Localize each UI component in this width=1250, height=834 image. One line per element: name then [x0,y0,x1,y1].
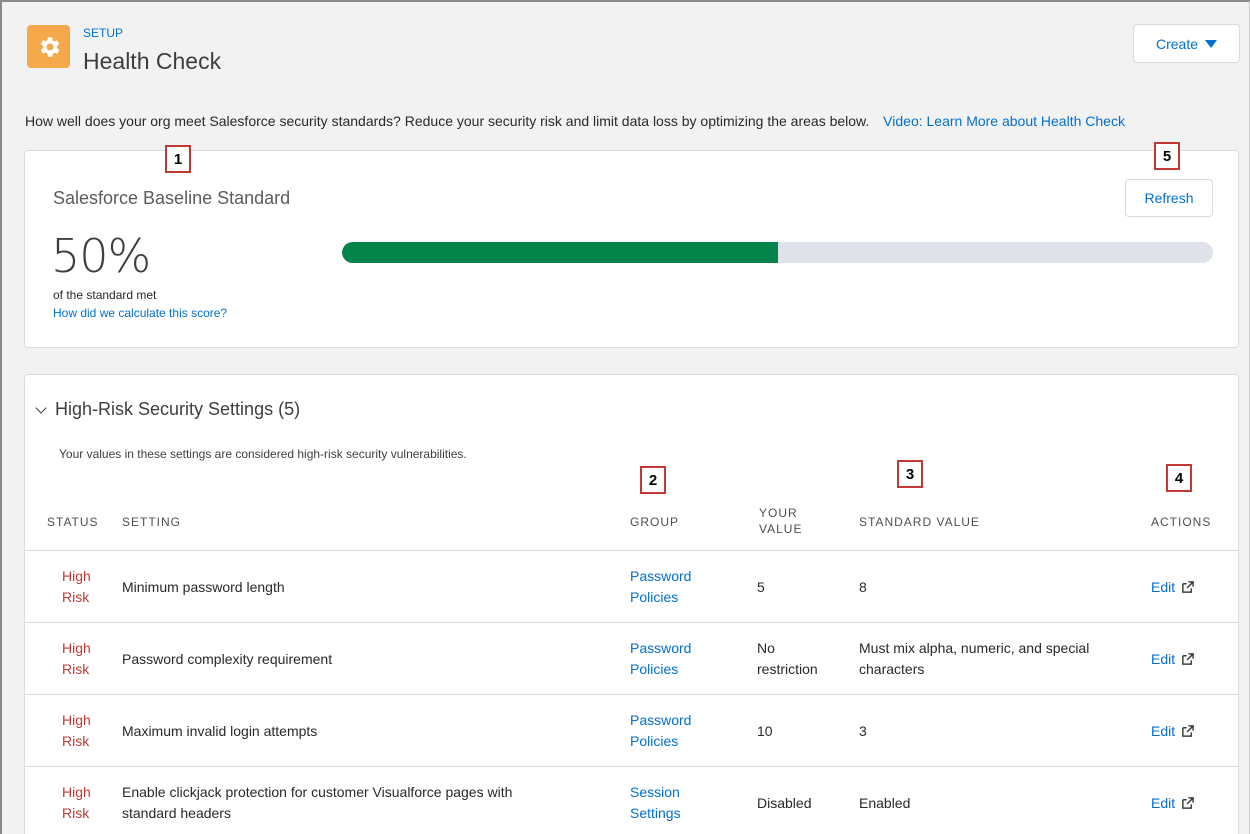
callout-marker-4: 4 [1166,464,1192,492]
score-percent: 50% [51,229,151,283]
external-link-icon [1182,653,1194,665]
status-badge: High Risk [62,710,91,752]
chevron-down-icon [35,401,47,414]
page-header: SETUP Health Check Create [2,2,1248,96]
standard-value-line1: Must mix alpha, numeric, and special [859,640,1090,656]
status-line2: Risk [62,589,90,605]
edit-label: Edit [1151,795,1176,811]
status-badge: High Risk [62,566,91,608]
callout-marker-1: 1 [165,145,191,173]
create-button-label: Create [1155,35,1199,52]
refresh-button[interactable]: Refresh [1125,179,1213,217]
status-line1: High [62,712,91,728]
column-header-your-value-line1: YOUR [759,506,798,520]
score-progress-bar [342,242,1213,263]
callout-marker-5: 5 [1154,142,1180,170]
setting-line2: standard headers [122,805,231,821]
group-line2: Policies [630,589,679,605]
standard-value: Enabled [859,795,911,811]
setting-name: Enable clickjack protection for customer… [122,782,512,824]
column-header-group: GROUP [630,515,680,529]
edit-label: Edit [1151,651,1176,667]
calc-score-link[interactable]: How did we calculate this score? [53,306,227,320]
group-link[interactable]: Session Settings [630,782,681,824]
column-header-your-value-line2: VALUE [759,522,803,536]
callout-marker-2: 2 [640,466,666,494]
your-value: No restriction [757,638,818,680]
group-line2: Policies [630,661,679,677]
group-link[interactable]: Password Policies [630,566,691,608]
callout-marker-3: 3 [897,460,923,488]
video-link[interactable]: Video: Learn More about Health Check [883,113,1125,129]
setting-line1: Enable clickjack protection for customer… [122,784,513,800]
breadcrumb[interactable]: SETUP [83,26,123,40]
your-value-line1: No [757,640,775,656]
column-header-your-value: YOUR VALUE [759,505,802,537]
external-link-icon [1182,581,1194,593]
edit-link[interactable]: Edit [1151,649,1194,670]
score-progress-fill [342,242,778,263]
your-value: 10 [757,723,773,739]
baseline-title: Salesforce Baseline Standard [53,188,291,208]
status-line2: Risk [62,733,90,749]
page-title: Health Check [83,48,222,74]
group-link[interactable]: Password Policies [630,710,691,752]
column-header-actions: ACTIONS [1151,515,1212,529]
section-toggle[interactable]: High-Risk Security Settings (5) [35,399,300,420]
external-link-icon [1182,797,1194,809]
group-link[interactable]: Password Policies [630,638,691,680]
status-badge: High Risk [62,638,91,680]
table-row: High Risk Minimum password length Passwo… [25,551,1238,623]
edit-label: Edit [1151,723,1176,739]
gear-icon [27,25,70,68]
score-card: Salesforce Baseline Standard Refresh 50%… [24,150,1239,348]
your-value: 5 [757,579,765,595]
external-link-icon [1182,725,1194,737]
column-header-setting: SETTING [122,515,182,529]
section-title: High-Risk Security Settings (5) [55,399,301,419]
table-row: High Risk Password complexity requiremen… [25,623,1238,695]
standard-value-line2: characters [859,661,925,677]
standard-value: Must mix alpha, numeric, and special cha… [859,638,1089,680]
status-line1: High [62,784,91,800]
section-description: Your values in these settings are consid… [59,447,467,461]
table-row: High Risk Enable clickjack protection fo… [25,767,1238,834]
column-header-status: STATUS [47,515,99,529]
group-line1: Session [630,784,680,800]
caret-down-icon [1205,39,1218,48]
status-line1: High [62,640,91,656]
edit-label: Edit [1151,579,1176,595]
group-line1: Password [630,568,692,584]
edit-link[interactable]: Edit [1151,721,1194,742]
standard-value: 8 [859,579,867,595]
status-badge: High Risk [62,782,91,824]
setting-name: Minimum password length [122,579,285,595]
score-caption: of the standard met [53,288,157,302]
edit-link[interactable]: Edit [1151,793,1194,814]
your-value-line2: restriction [757,661,818,677]
group-line1: Password [630,640,692,656]
create-button[interactable]: Create [1133,24,1240,63]
group-line2: Settings [630,805,681,821]
high-risk-section: High-Risk Security Settings (5) Your val… [24,374,1239,834]
status-line1: High [62,568,91,584]
your-value: Disabled [757,795,812,811]
standard-value: 3 [859,723,867,739]
setting-name: Password complexity requirement [122,651,333,667]
table-row: High Risk Maximum invalid login attempts… [25,695,1238,767]
intro-text: How well does your org meet Salesforce s… [25,113,1125,129]
edit-link[interactable]: Edit [1151,577,1194,598]
group-line1: Password [630,712,692,728]
intro-description: How well does your org meet Salesforce s… [25,113,870,129]
group-line2: Policies [630,733,679,749]
status-line2: Risk [62,805,90,821]
setting-name: Maximum invalid login attempts [122,723,318,739]
status-line2: Risk [62,661,90,677]
column-header-standard-value: STANDARD VALUE [859,515,980,529]
